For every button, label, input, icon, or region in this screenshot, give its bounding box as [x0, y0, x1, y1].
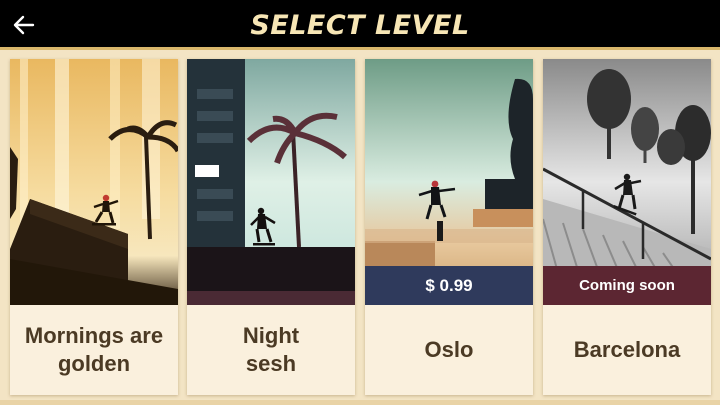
- page-title: SELECT LEVEL: [250, 9, 470, 41]
- level-card-night-sesh[interactable]: Night sesh: [187, 59, 355, 395]
- level-thumbnail-night: [187, 59, 355, 305]
- coming-soon-badge: Coming soon: [543, 266, 711, 305]
- level-name: Night sesh: [242, 323, 300, 376]
- top-bar: SELECT LEVEL: [0, 0, 720, 50]
- level-name: Oslo: [424, 337, 474, 362]
- level-thumbnail-mornings: [10, 59, 178, 305]
- bottom-strip: [0, 400, 720, 405]
- level-name: Barcelona: [573, 337, 681, 362]
- level-card-oslo[interactable]: $ 0.99 Oslo: [365, 59, 533, 395]
- price-badge: $ 0.99: [365, 266, 533, 305]
- level-name: Mornings are golden: [24, 323, 164, 376]
- level-card-mornings-are-golden[interactable]: Mornings are golden: [10, 59, 178, 395]
- level-card-barcelona[interactable]: Coming soon Barcelona: [543, 59, 711, 395]
